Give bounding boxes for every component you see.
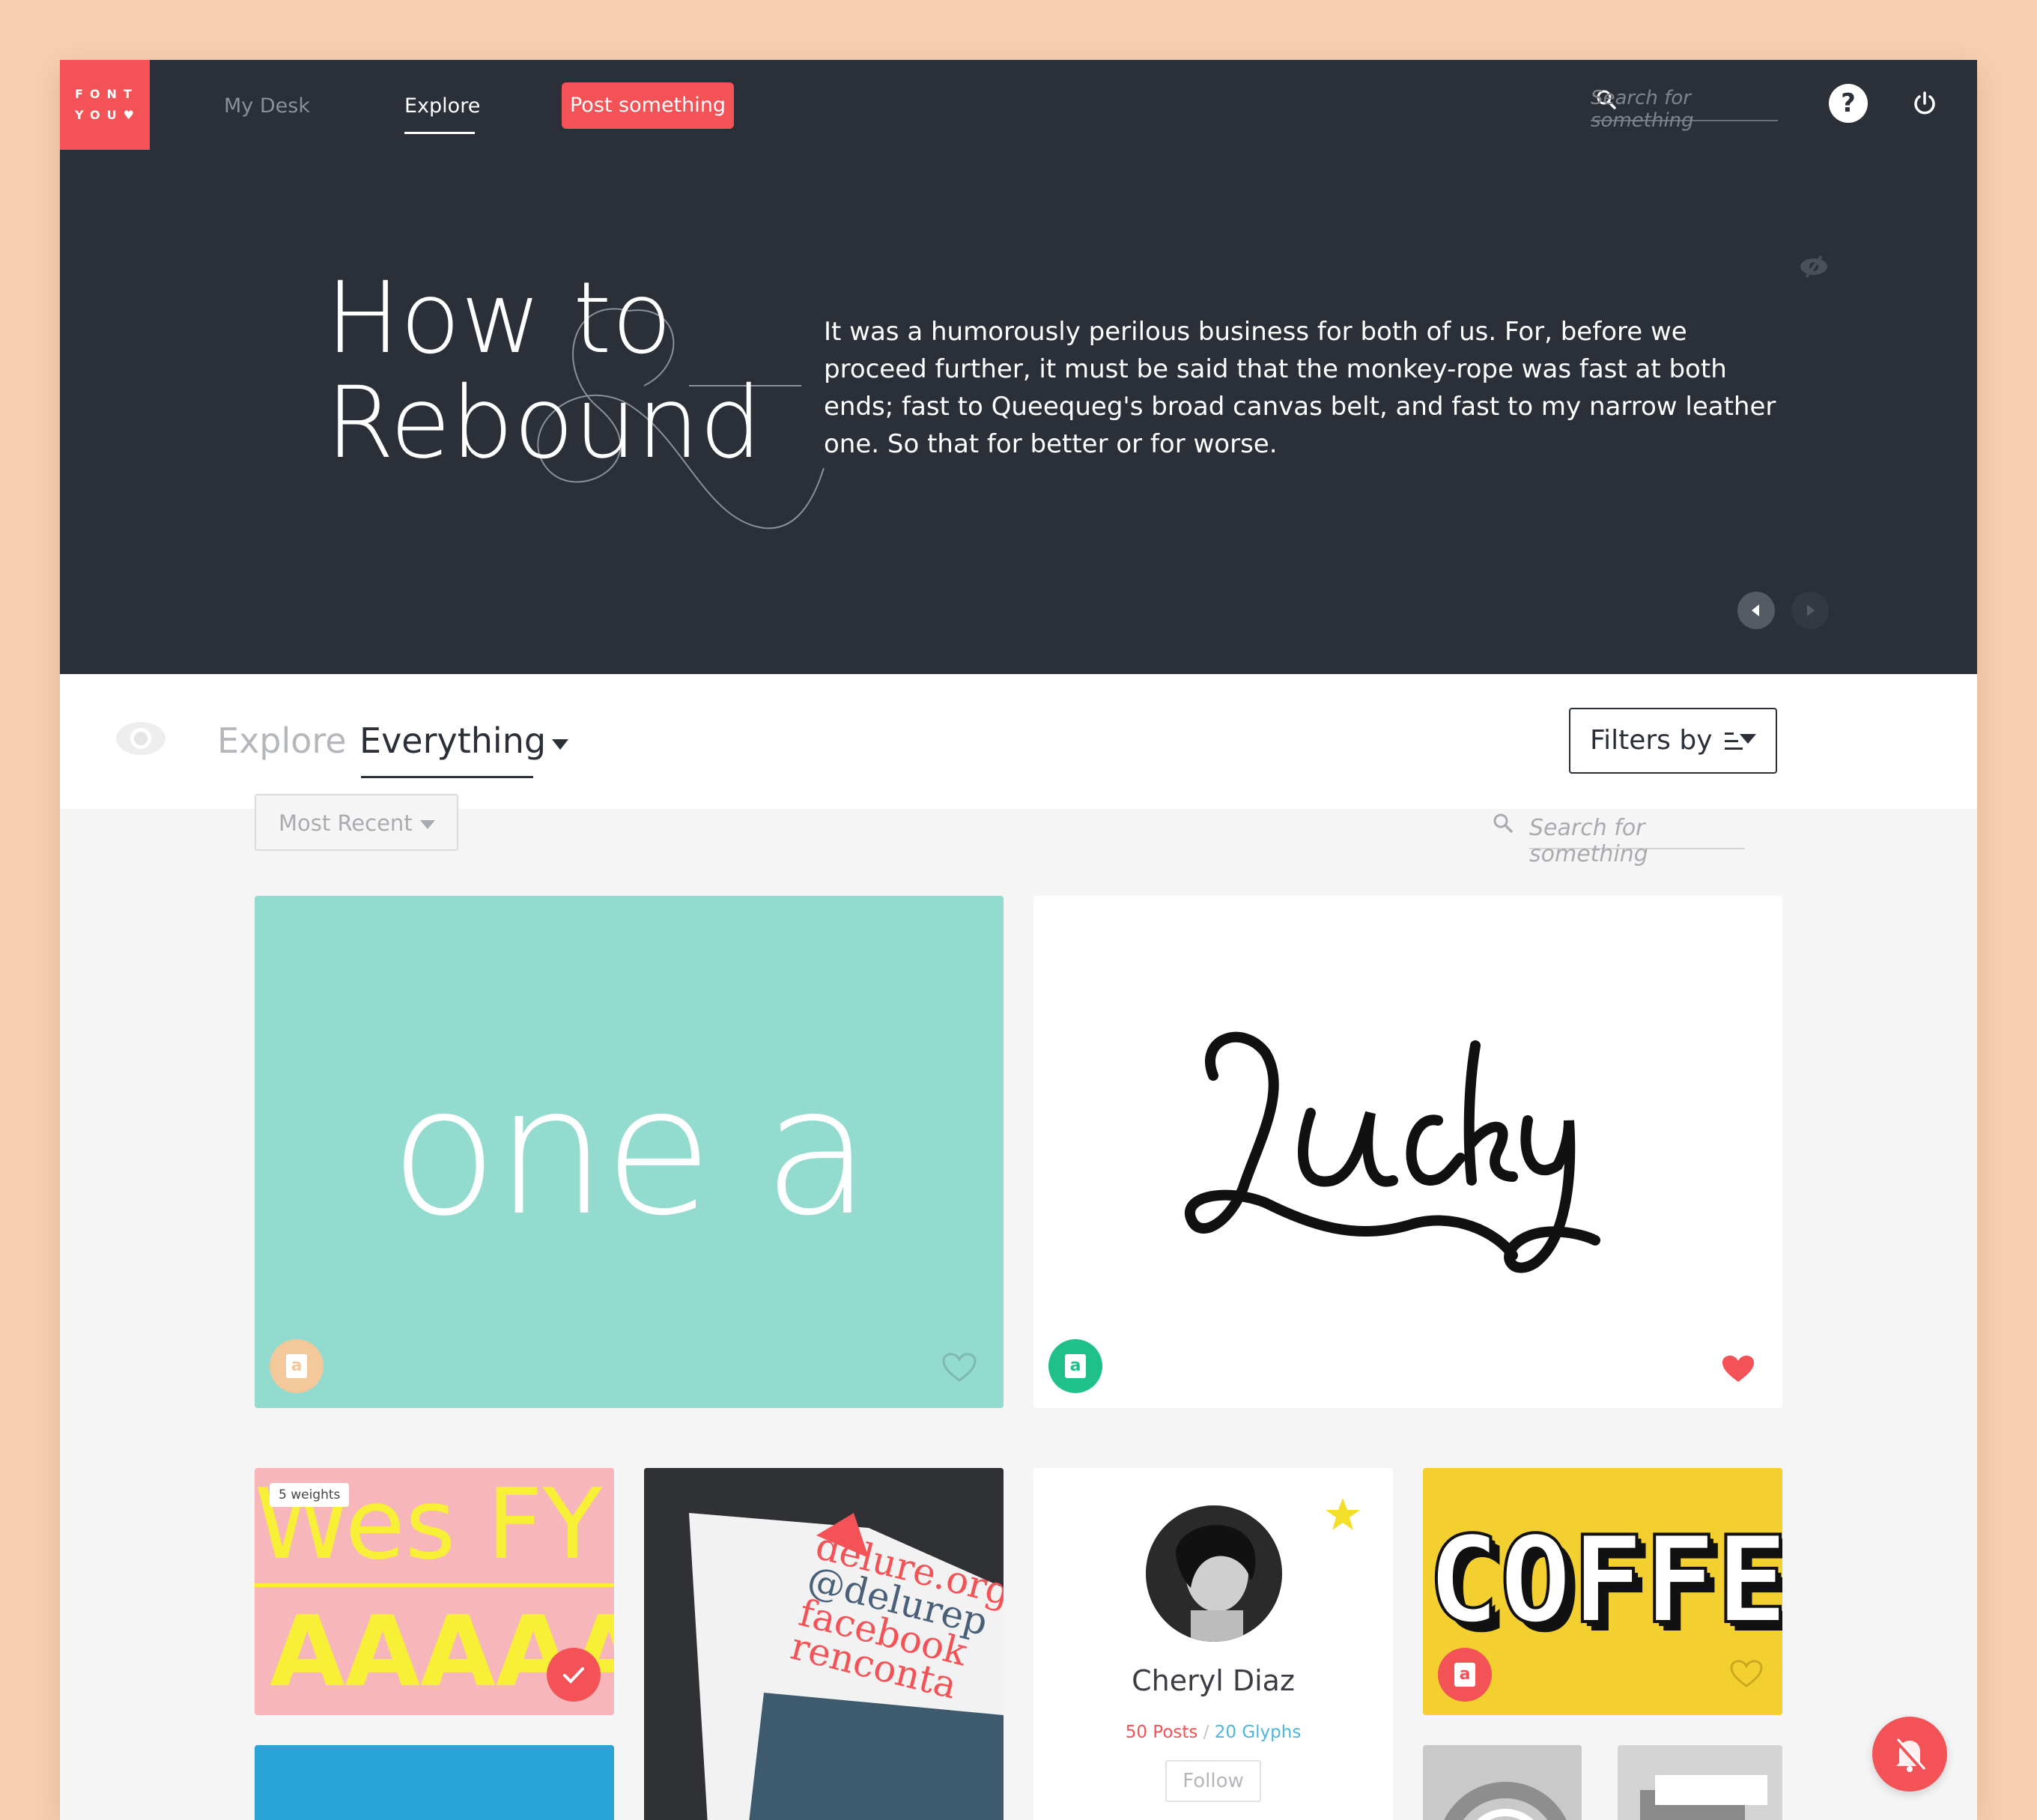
power-icon[interactable] (1910, 88, 1940, 118)
author-badge[interactable]: a (1048, 1339, 1102, 1393)
glyphs-count[interactable]: 20 Glyphs (1215, 1723, 1302, 1742)
glyph-icon: a (286, 1354, 307, 1378)
font-card-grey-a[interactable] (1423, 1745, 1582, 1820)
hero-title-line1: How to (326, 261, 673, 376)
explore-label: Explore (217, 721, 347, 761)
glyph-icon: a (1065, 1354, 1086, 1378)
hero-next-button[interactable] (1791, 592, 1829, 629)
nav-search-input[interactable]: Search for something (1591, 87, 1778, 132)
profile-card[interactable]: Cheryl Diaz 50 Posts / 20 Glyphs Follow (1033, 1468, 1393, 1820)
heart-icon: ♥ (123, 108, 141, 122)
font-card-lucky[interactable]: a (1033, 896, 1782, 1408)
photo-card[interactable]: delure.org @delurep facebook renconta (644, 1468, 1004, 1820)
profile-name[interactable]: Cheryl Diaz (1033, 1664, 1393, 1697)
sort-label: Most Recent (279, 810, 413, 836)
chevron-right-icon (1807, 604, 1815, 616)
font-preview-graphic (1444, 1782, 1567, 1820)
weights-badge: 5 weights (270, 1483, 350, 1507)
font-preview-graphic (1640, 1775, 1767, 1820)
caret-down-icon (420, 820, 435, 829)
avatar-photo (1146, 1505, 1282, 1642)
follow-button[interactable]: Follow (1165, 1760, 1261, 1802)
filters-button[interactable]: Filters by (1569, 708, 1777, 774)
bell-off-icon (1895, 1738, 1926, 1772)
help-icon[interactable]: ? (1829, 84, 1868, 123)
explore-category-select[interactable]: Everything (359, 721, 546, 761)
eye-icon[interactable] (114, 718, 168, 759)
search-icon[interactable] (1492, 812, 1514, 834)
app-window: FONT YOU♥ My Desk Explore Post something… (60, 60, 1977, 1820)
author-badge[interactable]: a (270, 1339, 324, 1393)
explore-underline (361, 776, 533, 778)
avatar[interactable] (1146, 1505, 1282, 1642)
nav-link-explore[interactable]: Explore (404, 94, 480, 118)
font-preview-text: COFFE (1426, 1510, 1782, 1650)
font-card-blue[interactable] (255, 1745, 614, 1820)
top-nav: FONT YOU♥ My Desk Explore Post something… (60, 60, 1977, 150)
selected-check-badge[interactable] (547, 1648, 601, 1702)
heart-outline-icon[interactable] (942, 1353, 977, 1383)
glyph-icon: a (1454, 1663, 1475, 1687)
profile-stats: 50 Posts / 20 Glyphs (1033, 1723, 1393, 1742)
posts-count[interactable]: 50 Posts (1126, 1723, 1198, 1742)
hero-banner: How to Rebound It was a humorously peril… (60, 150, 1977, 674)
logo[interactable]: FONT YOU♥ (60, 60, 150, 150)
eye-slash-icon[interactable] (1797, 252, 1830, 282)
author-badge[interactable]: a (1438, 1648, 1492, 1702)
content-search-input[interactable]: Search for something (1529, 815, 1745, 867)
font-card-grey-e[interactable] (1618, 1745, 1782, 1820)
nav-link-my-desk[interactable]: My Desk (224, 94, 310, 118)
stats-separator: / (1203, 1723, 1209, 1742)
logo-line1: FONT (75, 87, 139, 101)
lucky-lettering (1184, 1031, 1600, 1273)
filter-list-icon (1725, 732, 1756, 750)
font-card-wes[interactable]: Wes FY AAAAA 5 weights (255, 1468, 614, 1715)
active-tab-indicator (404, 132, 475, 134)
font-card-one-a[interactable]: one a a (255, 896, 1004, 1408)
sort-dropdown[interactable]: Most Recent (255, 794, 458, 851)
post-something-button[interactable]: Post something (562, 82, 734, 129)
notifications-button[interactable] (1872, 1717, 1947, 1792)
caret-down-icon[interactable] (551, 738, 569, 750)
hero-title: How to Rebound (326, 266, 775, 476)
heart-filled-icon[interactable] (1721, 1354, 1755, 1384)
check-icon (563, 1667, 584, 1684)
filters-label: Filters by (1590, 725, 1713, 756)
hero-body: It was a humorously perilous business fo… (824, 317, 1776, 459)
chevron-left-icon (1752, 604, 1759, 616)
star-icon[interactable] (1324, 1496, 1361, 1532)
hero-prev-button[interactable] (1737, 592, 1775, 629)
font-preview-text: one a (389, 1049, 872, 1255)
font-card-coffee[interactable]: COFFE a (1423, 1468, 1782, 1715)
explore-bar: Explore Everything Filters by (60, 674, 1977, 809)
heart-outline-icon[interactable] (1730, 1660, 1763, 1688)
hero-title-line2: Rebound (326, 365, 762, 481)
logo-line2: YOU (75, 108, 124, 122)
divider (255, 1583, 614, 1587)
